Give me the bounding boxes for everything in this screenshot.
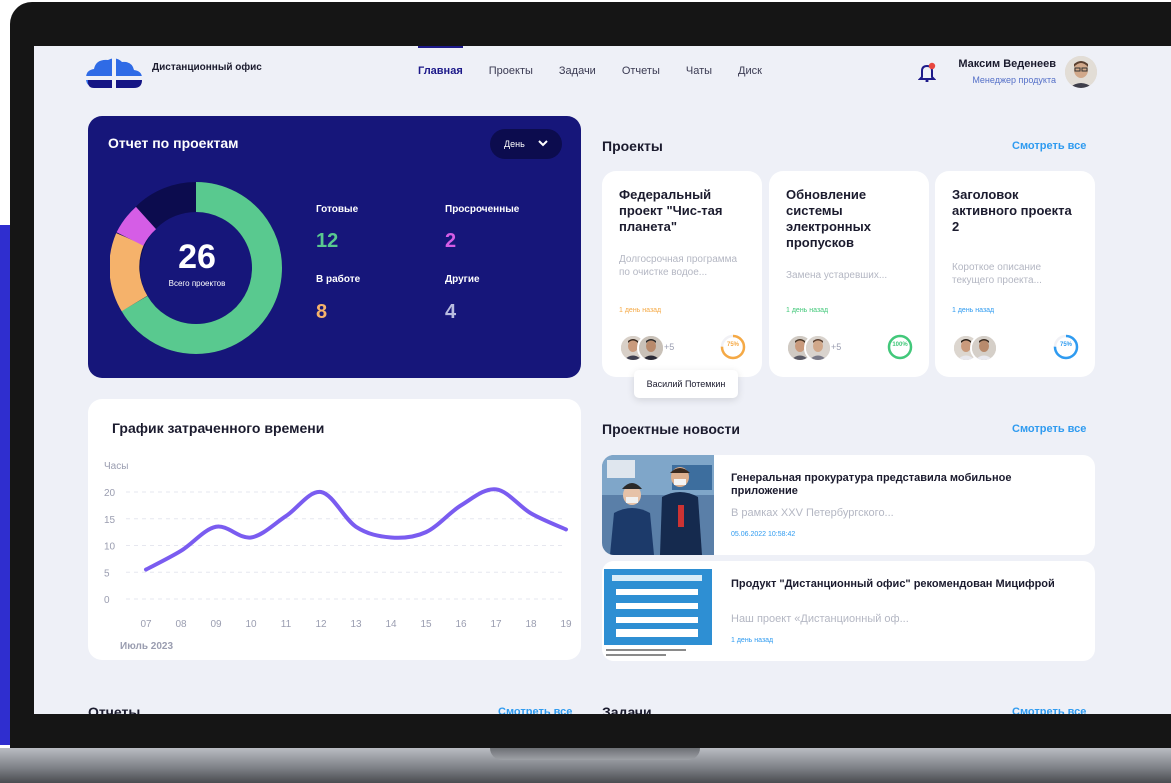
- user-role: Менеджер продукта: [972, 75, 1056, 85]
- member-avatar[interactable]: [804, 334, 832, 362]
- x-tick-label: 16: [455, 619, 467, 630]
- project-card-title: Федеральный проект "Чис-тая планета": [619, 187, 723, 234]
- reports-see-all-link[interactable]: Смотреть все: [498, 706, 572, 714]
- cloud-logo-icon[interactable]: [86, 56, 144, 92]
- news-see-all-link[interactable]: Смотреть все: [1012, 423, 1086, 435]
- report-title: Отчет по проектам: [108, 135, 239, 151]
- period-select-value: День: [504, 139, 525, 149]
- logo-text: Дистанционный офис: [152, 62, 262, 73]
- x-tick-label: 15: [420, 619, 432, 630]
- project-card[interactable]: Обновление системы электронных пропусков…: [769, 171, 929, 377]
- stat-ready-value: 12: [316, 230, 339, 252]
- laptop-notch: [490, 748, 700, 760]
- x-tick-label: 07: [140, 619, 152, 630]
- member-avatar[interactable]: [970, 334, 998, 362]
- stat-overdue-value: 2: [445, 230, 457, 252]
- news-title: Продукт "Дистанционный офис" рекомендова…: [731, 578, 1055, 590]
- user-avatar[interactable]: [1065, 56, 1097, 88]
- nav-item-disk[interactable]: Диск: [738, 65, 762, 85]
- member-avatar[interactable]: [637, 334, 665, 362]
- project-card[interactable]: Федеральный проект "Чис-тая планета" Дол…: [602, 171, 762, 377]
- project-card-time: 1 день назад: [619, 307, 662, 314]
- user-name[interactable]: Максим Веденеев: [934, 58, 1056, 70]
- project-card-time: 1 день назад: [786, 307, 829, 314]
- x-tick-label: 13: [350, 619, 362, 630]
- progress-percent: 100%: [892, 342, 908, 348]
- tasks-see-all-link[interactable]: Смотреть все: [1012, 706, 1086, 714]
- x-tick-label: 18: [525, 619, 537, 630]
- nav-item-chats[interactable]: Чаты: [686, 65, 712, 85]
- x-tick-label: 14: [385, 619, 397, 630]
- y-tick-label: 20: [104, 488, 116, 499]
- news-section-title: Проектные новости: [602, 421, 740, 437]
- y-tick-label: 5: [104, 568, 110, 579]
- project-card[interactable]: Заголовок активного проекта 2 Короткое о…: [935, 171, 1095, 377]
- reports-section-title: Отчеты: [88, 704, 141, 714]
- x-tick-label: 08: [175, 619, 187, 630]
- nav-item-tasks[interactable]: Задачи: [559, 65, 596, 85]
- y-tick-label: 15: [104, 515, 116, 526]
- project-card-title: Обновление системы электронных пропусков: [786, 187, 871, 250]
- news-item[interactable]: Продукт "Дистанционный офис" рекомендова…: [602, 561, 1095, 661]
- chevron-down-icon: [538, 140, 548, 147]
- y-tick-label: 0: [104, 595, 110, 606]
- total-projects-count: 26: [178, 238, 216, 276]
- x-axis-label: Июль 2023: [120, 641, 173, 652]
- tasks-section-title: Задачи: [602, 704, 652, 714]
- extra-members-count: +5: [664, 342, 675, 352]
- nav-item-reports[interactable]: Отчеты: [622, 65, 660, 85]
- stat-other-label: Другие: [445, 274, 480, 285]
- x-tick-label: 19: [560, 619, 572, 630]
- period-select[interactable]: День: [490, 129, 562, 159]
- x-tick-label: 10: [245, 619, 257, 630]
- project-card-desc: Короткое описание текущего проекта...: [952, 262, 1042, 286]
- news-image: [602, 561, 714, 661]
- y-tick-label: 10: [104, 542, 116, 553]
- stat-overdue-label: Просроченные: [445, 204, 520, 215]
- member-name-tooltip: Василий Потемкин: [634, 370, 738, 398]
- news-date: 05.06.2022 10:58:42: [731, 531, 796, 538]
- extra-members-count: +5: [831, 342, 842, 352]
- news-desc: В рамках XXV Петербургского...: [731, 507, 894, 519]
- stat-ready-label: Готовые: [316, 204, 359, 215]
- time-spent-chart-card: График затраченного времени Часы 0 5 10 15 20…: [88, 399, 581, 660]
- project-report-card: Отчет по проектам День 26 Всего проектов…: [88, 116, 581, 378]
- stat-in-work-label: В работе: [316, 274, 361, 285]
- series-line: [144, 487, 568, 572]
- project-card-desc: Долгосрочная программа по очистке водое.…: [619, 254, 738, 278]
- stat-in-work-value: 8: [316, 301, 328, 323]
- projects-section-title: Проекты: [602, 138, 663, 154]
- project-card-time: 1 день назад: [952, 307, 995, 314]
- progress-percent: 75%: [1059, 342, 1072, 348]
- app-screen: Дистанционный офис Главная Проекты Задач…: [34, 46, 1171, 714]
- y-axis-label: Часы: [104, 461, 128, 472]
- nav-item-projects[interactable]: Проекты: [489, 65, 533, 85]
- project-card-desc: Замена устаревших...: [786, 270, 888, 281]
- project-card-title: Заголовок активного проекта 2: [952, 187, 1072, 234]
- time-spent-line-chart: Часы 0 5 10 15 20 07 08 09 10 11 12 13 14 15 16 17 18 19 Ию…: [104, 461, 572, 652]
- header: Дистанционный офис Главная Проекты Задач…: [34, 46, 1171, 106]
- donut-segment-in-work: [110, 233, 148, 312]
- x-tick-label: 09: [210, 619, 222, 630]
- total-projects-label: Всего проектов: [168, 279, 226, 288]
- donut-segment-overdue: [116, 206, 157, 247]
- news-desc: Наш проект «Дистанционный оф...: [731, 613, 909, 625]
- news-item[interactable]: Генеральная прокуратура представила моби…: [602, 455, 1095, 555]
- x-tick-label: 12: [315, 619, 327, 630]
- main-nav: Главная Проекты Задачи Отчеты Чаты Диск: [418, 46, 788, 85]
- news-date: 1 день назад: [731, 637, 774, 644]
- projects-see-all-link[interactable]: Смотреть все: [1012, 140, 1086, 152]
- x-tick-label: 11: [281, 619, 292, 630]
- nav-item-home[interactable]: Главная: [418, 46, 463, 85]
- news-title: Генеральная прокуратура представила моби…: [731, 472, 1012, 497]
- stat-other-value: 4: [445, 301, 457, 323]
- progress-percent: 75%: [726, 342, 739, 348]
- x-tick-label: 17: [490, 619, 502, 630]
- news-image: [602, 455, 714, 555]
